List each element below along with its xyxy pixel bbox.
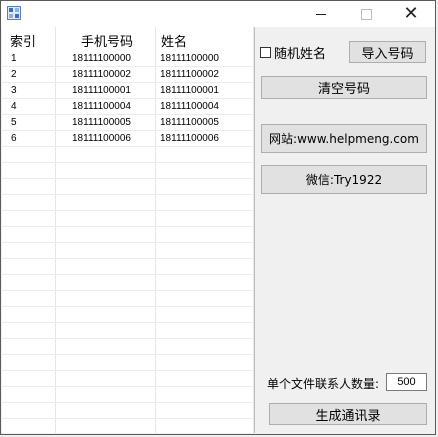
table-row[interactable] [2,355,254,371]
random-name-checkbox[interactable]: 随机姓名 [260,44,327,62]
table-row[interactable] [2,307,254,323]
app-icon [7,6,21,20]
cell-index: 5 [11,117,17,128]
website-label: 网站:www.helpmeng.com [269,132,419,146]
table-row[interactable] [2,195,254,211]
table-row[interactable] [2,227,254,243]
cell-index: 3 [11,85,17,96]
contacts-per-file-label: 单个文件联系人数量: [267,377,380,391]
cell-name: 18111100000 [160,53,219,64]
wechat-button[interactable]: 微信:Try1922 [261,165,427,194]
random-name-label: 随机姓名 [274,46,327,62]
maximize-button[interactable] [344,1,388,27]
title-bar[interactable]: ✕ [1,1,435,27]
table-row[interactable] [2,403,254,419]
cell-index: 1 [11,53,17,64]
cell-name: 18111100001 [160,85,219,96]
checkbox-box[interactable] [260,46,271,58]
close-button[interactable]: ✕ [389,1,433,27]
generate-button[interactable]: 生成通讯录 [269,403,427,425]
cell-name: 18111100004 [160,101,219,112]
table-row[interactable]: 3 18111100001 18111100001 [2,83,254,99]
table-row[interactable]: 4 18111100004 18111100004 [2,99,254,115]
cell-name: 18111100002 [160,69,219,80]
table-row[interactable]: 5 18111100005 18111100005 [2,115,254,131]
cell-index: 4 [11,101,17,112]
cell-phone: 18111100004 [72,101,131,112]
cell-index: 6 [11,133,17,144]
minimize-icon [316,13,326,15]
table-row[interactable] [2,147,254,163]
close-icon: ✕ [403,3,419,24]
wechat-label: 微信:Try1922 [305,173,383,187]
table-row[interactable] [2,291,254,307]
header-phone[interactable]: 手机号码 [81,31,133,50]
table-row[interactable]: 1 18111100000 18111100000 [2,51,254,67]
cell-phone: 18111100006 [72,133,131,144]
table-row[interactable] [2,211,254,227]
table-row[interactable] [2,163,254,179]
table-row[interactable] [2,387,254,403]
table-row[interactable] [2,371,254,387]
cell-phone: 18111100001 [72,85,131,96]
cell-index: 2 [11,69,17,80]
table-header: 索引 手机号码 姓名 [2,27,254,51]
header-name[interactable]: 姓名 [161,31,187,50]
import-button[interactable]: 导入号码 [349,41,426,63]
contacts-per-file-input[interactable] [386,373,427,391]
table-row[interactable] [2,323,254,339]
cell-phone: 18111100005 [72,117,131,128]
table-row[interactable] [2,243,254,259]
cell-phone: 18111100002 [72,69,131,80]
minimize-button[interactable] [299,1,343,27]
contacts-table[interactable]: 索引 手机号码 姓名 1 18111100000 18111100000 2 18111… [2,27,255,433]
cell-name: 18111100005 [160,117,219,128]
clear-button[interactable]: 清空号码 [261,76,427,99]
table-row[interactable] [2,339,254,355]
table-row[interactable]: 2 18111100002 18111100002 [2,67,254,83]
maximize-icon [360,8,372,20]
table-row[interactable]: 6 18111100006 18111100006 [2,131,254,147]
cell-phone: 18111100000 [72,53,131,64]
header-index[interactable]: 索引 [10,31,36,50]
table-row[interactable] [2,275,254,291]
table-row[interactable] [2,179,254,195]
website-button[interactable]: 网站:www.helpmeng.com [261,124,427,153]
table-row[interactable] [2,259,254,275]
app-window: ✕ 索引 手机号码 姓名 1 18111100000 18111100000 2 181… [0,0,436,435]
cell-name: 18111100006 [160,133,219,144]
table-row[interactable] [2,419,254,433]
